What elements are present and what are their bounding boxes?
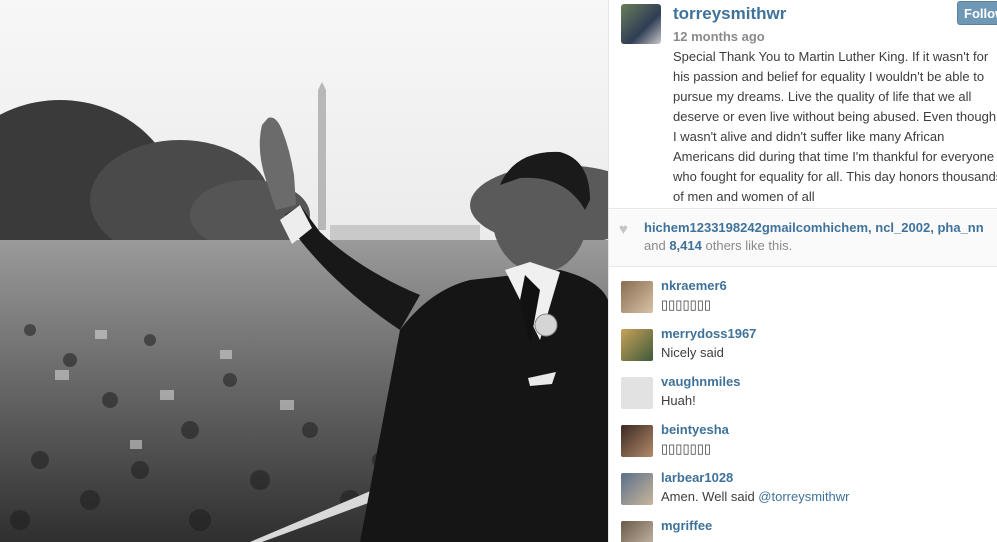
likers-list: hichem1233198242gmailcomhichem, ncl_2002… [644, 220, 997, 235]
commenter-avatar[interactable] [621, 281, 653, 313]
comment-item: mgriffee [609, 518, 997, 542]
comment-username[interactable]: beintyesha [661, 422, 729, 437]
comment-username[interactable]: vaughnmiles [661, 374, 740, 389]
commenter-avatar[interactable] [621, 425, 653, 457]
likes-count: and 8,414 others like this. [644, 238, 792, 253]
liker-link[interactable]: ncl_2002 [875, 220, 930, 235]
comment-text: ▯▯▯▯▯▯▯ [661, 441, 712, 456]
commenter-avatar[interactable] [621, 377, 653, 409]
post-caption: Special Thank You to Martin Luther King.… [673, 49, 997, 204]
likes-count-number[interactable]: 8,414 [669, 238, 702, 253]
liker-link[interactable]: pha_nn [937, 220, 983, 235]
author-username[interactable]: torreysmithwr [673, 4, 786, 24]
post-photo[interactable] [0, 0, 608, 542]
commenter-avatar[interactable] [621, 521, 653, 542]
comment-text: ▯▯▯▯▯▯▯ [661, 297, 712, 312]
comment-mention[interactable]: @torreysmithwr [758, 489, 849, 504]
comment-item: nkraemer6 ▯▯▯▯▯▯▯ [609, 278, 997, 328]
comment-username[interactable]: merrydoss1967 [661, 326, 756, 341]
commenter-avatar[interactable] [621, 473, 653, 505]
likes-suffix: others like this. [705, 238, 793, 253]
likes-prefix: and [644, 238, 666, 253]
photo-illustration [0, 0, 608, 542]
liker-separator: , [930, 220, 934, 235]
comment-username[interactable]: larbear1028 [661, 470, 733, 485]
comment-text: Huah! [661, 393, 696, 408]
divider [609, 266, 997, 267]
comment-item: larbear1028 Amen. Well said @torreysmith… [609, 470, 997, 520]
comment-username[interactable]: mgriffee [661, 518, 712, 533]
liker-separator: , [868, 220, 872, 235]
divider [609, 208, 997, 209]
post-side-panel: torreysmithwr 12 months ago Follow Speci… [608, 0, 997, 542]
comment-text: Nicely said [661, 345, 724, 360]
liker-link[interactable]: hichem1233198242gmailcomhichem [644, 220, 868, 235]
follow-button[interactable]: Follow [957, 1, 997, 25]
comment-username[interactable]: nkraemer6 [661, 278, 727, 293]
comment-text: Amen. Well said @torreysmithwr [661, 489, 850, 504]
commenter-avatar[interactable] [621, 329, 653, 361]
post-timestamp[interactable]: 12 months ago [673, 29, 765, 44]
author-avatar[interactable] [621, 4, 661, 44]
comment-item: beintyesha ▯▯▯▯▯▯▯ [609, 422, 997, 472]
comment-item: merrydoss1967 Nicely said [609, 326, 997, 376]
likes-section: ♥ hichem1233198242gmailcomhichem, ncl_20… [609, 210, 997, 266]
post-header: torreysmithwr 12 months ago Follow Speci… [609, 0, 997, 208]
heart-icon[interactable]: ♥ [619, 221, 628, 238]
comment-text-body: Amen. Well said [661, 489, 759, 504]
comment-item: vaughnmiles Huah! [609, 374, 997, 424]
